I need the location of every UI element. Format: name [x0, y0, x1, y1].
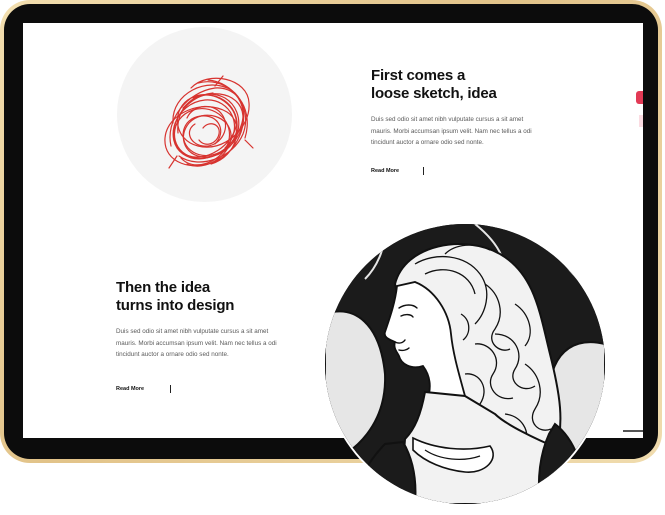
- section-design-title-line2: turns into design: [116, 296, 235, 314]
- red-scribble-icon: [164, 75, 254, 169]
- section-sketch: First comes a loose sketch, idea Duis se…: [371, 67, 581, 175]
- read-more-link-2[interactable]: Read More: [116, 384, 326, 393]
- section-design: Then the idea turns into design Duis sed…: [116, 279, 326, 393]
- section-design-body-line2: mauris. Morbi accumsan ipsum velit. Nam …: [116, 339, 277, 347]
- read-more-divider-1: [423, 166, 425, 175]
- read-more-label-1[interactable]: Read More: [371, 168, 399, 174]
- woman-portrait-illustration: [325, 224, 605, 504]
- section-sketch-title: First comes a loose sketch, idea: [371, 67, 581, 102]
- section-sketch-title-line2: loose sketch, idea: [371, 84, 497, 102]
- read-more-label-2[interactable]: Read More: [116, 386, 144, 392]
- section-design-title: Then the idea turns into design: [116, 279, 326, 314]
- read-more-divider-2: [170, 384, 172, 393]
- side-tab-button[interactable]: [636, 91, 643, 104]
- section-design-body-line3: tincidunt auctor a ornare odio sed nonte…: [116, 351, 229, 359]
- section-design-title-line1: Then the idea: [116, 279, 211, 296]
- read-more-link-1[interactable]: Read More: [371, 166, 581, 175]
- section-sketch-body-line1: Duis sed odio sit amet nibh vulputate cu…: [371, 116, 524, 123]
- side-tab-secondary[interactable]: [639, 115, 643, 127]
- section-sketch-body-line2: mauris. Morbi accumsan ipsum velit. Nam …: [371, 127, 532, 135]
- home-indicator: [623, 430, 643, 432]
- section-design-body: Duis sed odio sit amet nibh vulputate cu…: [116, 326, 326, 361]
- section-sketch-title-line1: First comes a: [371, 67, 466, 84]
- section-sketch-body-line3: tincidunt auctor a ornare odio sed nonte…: [371, 139, 484, 147]
- section-sketch-body: Duis sed odio sit amet nibh vulputate cu…: [371, 114, 581, 149]
- section-design-body-line1: Duis sed odio sit amet nibh vulputate cu…: [116, 328, 269, 335]
